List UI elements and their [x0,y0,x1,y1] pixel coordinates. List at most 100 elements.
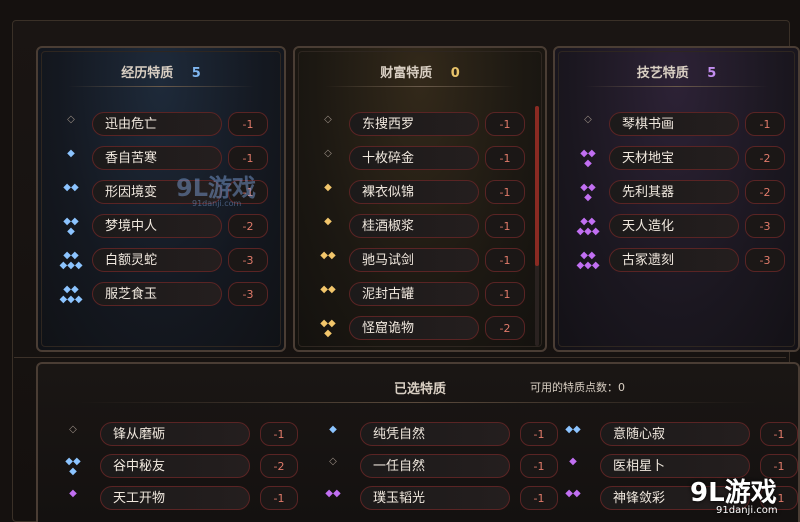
rarity-diamond-icon: ◆ [69,488,77,499]
selected-trait-name[interactable]: 意随心寂 [600,422,750,446]
skill-title: 技艺特质 [636,66,689,81]
available-points-label: 可用的特质点数： [530,381,618,394]
selected-trait-row[interactable]: ◆◆ 璞玉韬光 -1 [308,486,558,512]
wealth-trait-row[interactable]: ◆◆ ◆ 怪窟诡物 -2 [295,316,545,342]
trait-cost-badge: -1 [485,248,525,272]
trait-cost-badge: -1 [228,112,268,136]
selected-trait-name[interactable]: 纯凭自然 [360,422,510,446]
rarity-diamond-icon: ◆◆ ◆◆◆ [59,250,83,271]
trait-cost-badge: -1 [260,422,298,446]
skill-trait-row[interactable]: ◆◆ ◆◆◆ 古冢遗刻 -3 [555,248,798,274]
wealth-trait-row[interactable]: ◆ 桂酒椒浆 -1 [295,214,545,240]
selected-trait-row[interactable]: ◇ 一任自然 -1 [308,454,558,480]
trait-cost-badge: -2 [745,180,785,204]
selected-trait-row[interactable]: ◆◆ ◆ 谷中秘友 -2 [48,454,298,480]
wealth-trait-name[interactable]: 裸衣似锦 [349,180,479,204]
wealth-trait-name[interactable]: 十枚碎金 [349,146,479,170]
rarity-diamond-icon: ◆ [324,216,332,227]
header-divider [585,86,768,87]
wealth-trait-name[interactable]: 怪窟诡物 [349,316,479,340]
trait-cost-badge: -2 [228,214,268,238]
wealth-count: 0 [450,66,460,81]
skill-trait-row[interactable]: ◆◆ ◆ 天材地宝 -2 [555,146,798,172]
rarity-diamond-icon: ◆◆ [325,488,341,499]
rarity-diamond-icon: ◇ [324,148,332,159]
experience-trait-row[interactable]: ◆◆ ◆◆◆ 白额灵蛇 -3 [38,248,284,274]
trait-cost-badge: -2 [485,316,525,340]
wealth-trait-row[interactable]: ◆ 裸衣似锦 -1 [295,180,545,206]
trait-cost-badge: -3 [745,214,785,238]
selected-trait-name[interactable]: 锋从磨砺 [100,422,250,446]
rarity-diamond-icon: ◇ [69,424,77,435]
wealth-trait-row[interactable]: ◇ 东搜西罗 -1 [295,112,545,138]
skill-traits-panel: 技艺特质 5 ◇ 琴棋书画 -1 ◆◆ ◆ 天材地宝 -2 ◆◆ ◆ 先利其器 -2 ◆◆ ◆◆◆… [553,46,800,352]
skill-trait-name[interactable]: 先利其器 [609,180,739,204]
experience-trait-row[interactable]: ◆◆ ◆ 梦境中人 -2 [38,214,284,240]
watermark-logo-corner: 9L游戏 91danji.com [690,472,778,516]
experience-trait-name[interactable]: 梦境中人 [92,214,222,238]
skill-trait-row[interactable]: ◆◆ ◆ 先利其器 -2 [555,180,798,206]
watermark-text: 9L游戏 [176,174,256,202]
selected-trait-name[interactable]: 谷中秘友 [100,454,250,478]
rarity-diamond-icon: ◆◆ ◆◆◆ [576,216,600,237]
selected-divider [78,402,758,403]
scrollbar-thumb[interactable] [535,106,539,266]
trait-cost-badge: -1 [485,282,525,306]
experience-trait-name[interactable]: 服芝食玉 [92,282,222,306]
trait-cost-badge: -3 [228,282,268,306]
experience-header: 经历特质 5 [38,62,284,82]
trait-cost-badge: -1 [485,214,525,238]
selected-trait-row[interactable]: ◆ 天工开物 -1 [48,486,298,512]
available-points: 可用的特质点数：0 [530,379,625,395]
selected-trait-name[interactable]: 一任自然 [360,454,510,478]
rarity-diamond-icon: ◆◆ [565,488,581,499]
trait-cost-badge: -1 [228,146,268,170]
skill-trait-name[interactable]: 天材地宝 [609,146,739,170]
watermark-text: 9L游戏 [690,478,777,508]
rarity-diamond-icon: ◆ [67,148,75,159]
rarity-diamond-icon: ◆◆ [320,284,336,295]
wealth-trait-name[interactable]: 东搜西罗 [349,112,479,136]
experience-count: 5 [191,66,201,81]
rarity-diamond-icon: ◆◆ ◆ [63,216,79,237]
skill-header: 技艺特质 5 [555,62,798,82]
wealth-trait-name[interactable]: 泥封古罐 [349,282,479,306]
skill-trait-name[interactable]: 天人造化 [609,214,739,238]
watermark-domain: 91danji.com [716,505,778,516]
wealth-trait-name[interactable]: 桂酒椒浆 [349,214,479,238]
trait-cost-badge: -1 [260,486,298,510]
skill-trait-row[interactable]: ◇ 琴棋书画 -1 [555,112,798,138]
wealth-trait-row[interactable]: ◆◆ 驰马试剑 -1 [295,248,545,274]
experience-trait-name[interactable]: 香自苦寒 [92,146,222,170]
selected-trait-name[interactable]: 天工开物 [100,486,250,510]
trait-cost-badge: -1 [745,112,785,136]
wealth-trait-row[interactable]: ◇ 十枚碎金 -1 [295,146,545,172]
wealth-scrollbar[interactable] [535,106,539,346]
skill-trait-name[interactable]: 古冢遗刻 [609,248,739,272]
skill-trait-name[interactable]: 琴棋书画 [609,112,739,136]
rarity-diamond-icon: ◆◆ [565,424,581,435]
wealth-trait-name[interactable]: 驰马试剑 [349,248,479,272]
experience-trait-row[interactable]: ◆◆ ◆◆◆ 服芝食玉 -3 [38,282,284,308]
experience-trait-name[interactable]: 迅由危亡 [92,112,222,136]
skill-count: 5 [707,66,717,81]
rarity-diamond-icon: ◆◆ ◆◆◆ [576,250,600,271]
selected-traits-panel: 已选特质 可用的特质点数：0 ◇ 锋从磨砺 -1 ◆ 纯凭自然 -1 ◆◆ 意随心寂 -1 ◆◆ … [36,362,800,522]
wealth-trait-row[interactable]: ◆◆ 泥封古罐 -1 [295,282,545,308]
selected-trait-row[interactable]: ◆◆ 意随心寂 -1 [548,422,798,448]
watermark-logo-center: 9L游戏 91danji.com [176,168,256,208]
section-divider [14,357,786,358]
rarity-diamond-icon: ◆◆ ◆ [65,456,81,477]
selected-trait-name[interactable]: 璞玉韬光 [360,486,510,510]
rarity-diamond-icon: ◆◆ [320,250,336,261]
experience-trait-row[interactable]: ◇ 迅由危亡 -1 [38,112,284,138]
experience-trait-name[interactable]: 白额灵蛇 [92,248,222,272]
selected-trait-row[interactable]: ◆ 纯凭自然 -1 [308,422,558,448]
trait-cost-badge: -1 [485,112,525,136]
trait-cost-badge: -3 [228,248,268,272]
header-divider [325,86,515,87]
skill-trait-row[interactable]: ◆◆ ◆◆◆ 天人造化 -3 [555,214,798,240]
selected-trait-row[interactable]: ◇ 锋从磨砺 -1 [48,422,298,448]
rarity-diamond-icon: ◆◆ ◆◆◆ [59,284,83,305]
rarity-diamond-icon: ◇ [324,114,332,125]
